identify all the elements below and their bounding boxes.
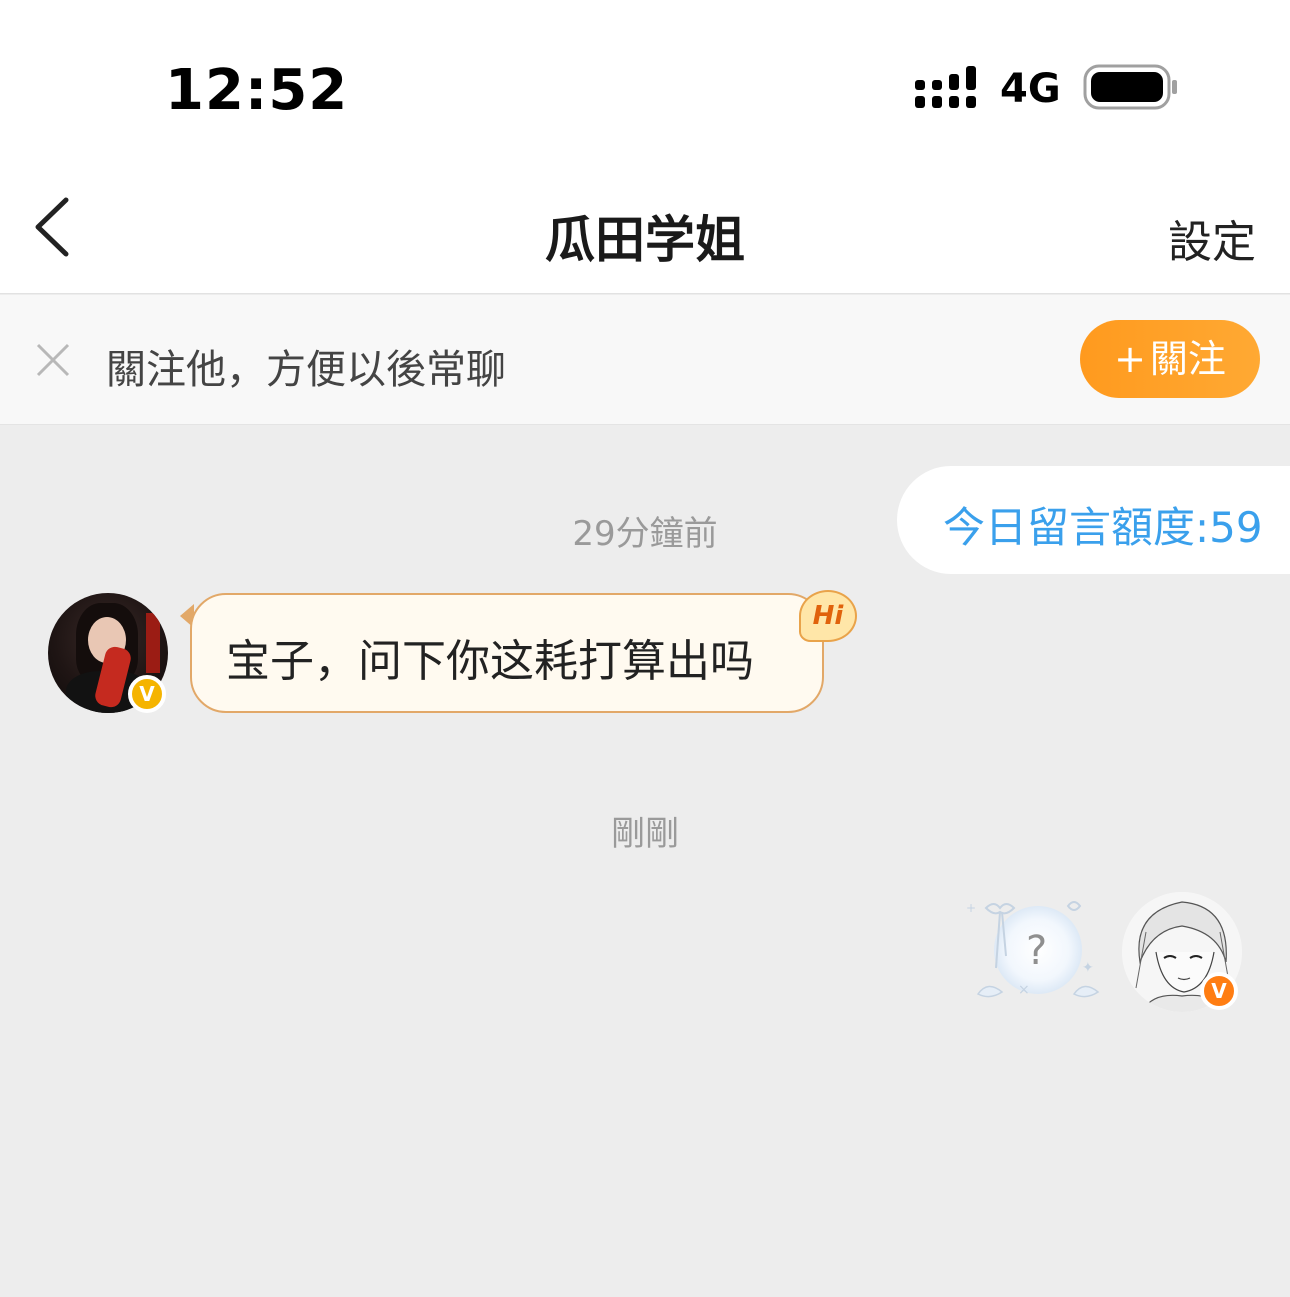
status-time: 12:52	[165, 58, 349, 123]
follow-button[interactable]: + 關注	[1080, 320, 1260, 398]
incoming-message-bubble[interactable]: 宝子，问下你这耗打算出吗	[190, 593, 824, 713]
network-label: 4G	[1000, 66, 1061, 112]
status-bar: 12:52 4G	[0, 0, 1290, 170]
message-timestamp: 剛剛	[611, 814, 679, 854]
nav-bar: 瓜田学姐 設定	[0, 170, 1290, 294]
follow-prompt-text: 關注他，方便以後常聊	[106, 347, 506, 393]
battery-icon	[1083, 64, 1177, 110]
signal-bars-icon	[915, 66, 976, 108]
svg-text:+: +	[966, 901, 976, 915]
settings-button[interactable]: 設定	[1168, 206, 1256, 270]
close-icon[interactable]	[34, 341, 72, 379]
plus-icon: +	[1114, 337, 1146, 381]
mystery-gift-sticker[interactable]: × ✦ + ?	[960, 890, 1110, 1010]
svg-text:×: ×	[1018, 982, 1030, 998]
verified-badge: V	[128, 675, 166, 713]
svg-text:✦: ✦	[1082, 960, 1094, 976]
follow-button-label: 關注	[1149, 337, 1226, 381]
verified-badge: V	[1200, 972, 1238, 1010]
hi-badge: Hi	[799, 590, 857, 642]
question-mark-text: ?	[1026, 928, 1047, 974]
message-timestamp: 29分鐘前	[572, 514, 718, 554]
message-text: 宝子，问下你这耗打算出吗	[226, 636, 754, 687]
follow-banner: 關注他，方便以後常聊 + 關注	[0, 295, 1290, 425]
page-title: 瓜田学姐	[545, 211, 745, 269]
avatar-background-detail	[146, 613, 160, 673]
